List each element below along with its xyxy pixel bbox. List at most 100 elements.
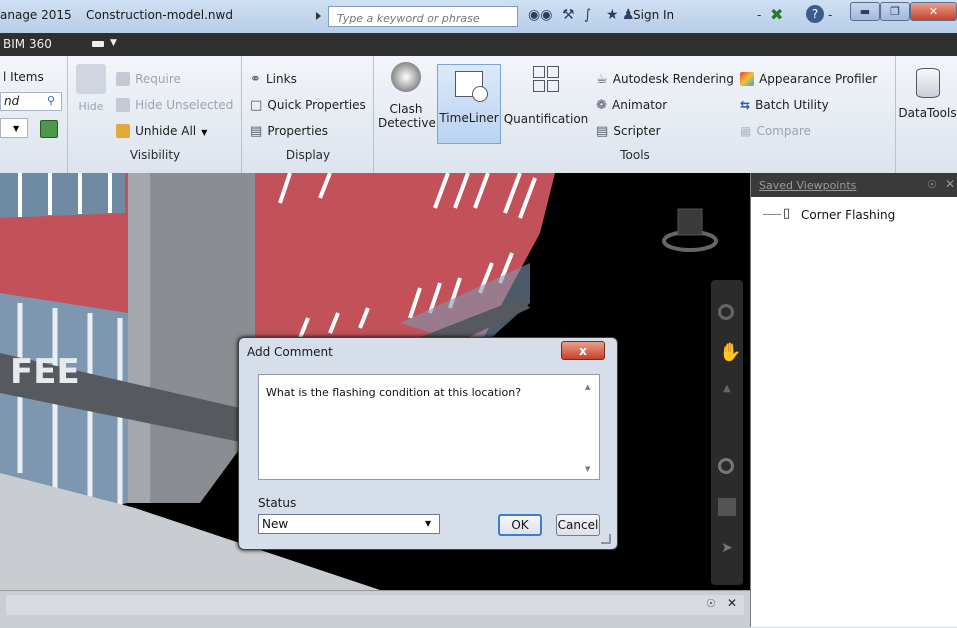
status-value: New bbox=[262, 517, 289, 531]
close-icon[interactable]: ✕ bbox=[945, 177, 955, 191]
autodesk-rendering-button[interactable]: ☕ Autodesk Rendering bbox=[596, 68, 734, 87]
batch-utility-icon: ⇆ bbox=[740, 98, 751, 112]
timeliner-button[interactable]: TimeLiner bbox=[437, 64, 501, 144]
resize-grip-icon[interactable] bbox=[601, 534, 611, 544]
search-expand-icon[interactable] bbox=[316, 12, 321, 20]
hide-button[interactable]: Hide bbox=[74, 64, 108, 113]
find-items-field[interactable]: nd ⚲ bbox=[0, 92, 62, 111]
all-items-button[interactable]: l Items bbox=[3, 70, 44, 84]
scripter-button[interactable]: ▤ Scripter bbox=[596, 120, 661, 139]
teapot-icon: ☕ bbox=[596, 72, 608, 87]
timeliner-label: TimeLiner bbox=[439, 111, 499, 125]
steering-wheel-icon[interactable] bbox=[718, 304, 734, 320]
quantification-button[interactable]: Quantification bbox=[502, 64, 590, 126]
bim360-tab[interactable]: BIM 360 bbox=[3, 37, 52, 51]
wrench-icon[interactable]: ⚒ bbox=[562, 7, 575, 23]
chevron-down-icon: ▼ bbox=[201, 128, 208, 137]
close-icon[interactable]: ✕ bbox=[727, 596, 737, 610]
cancel-button[interactable]: Cancel bbox=[556, 514, 600, 536]
pan-hand-icon[interactable]: ✋ bbox=[719, 342, 741, 363]
dialog-close-button[interactable]: x bbox=[561, 341, 605, 360]
restore-button[interactable]: ❐ bbox=[880, 2, 910, 21]
search-input[interactable] bbox=[335, 9, 509, 28]
help-dropdown[interactable]: - bbox=[828, 8, 832, 22]
scripter-label: Scripter bbox=[613, 124, 661, 138]
navigation-bar: ✋ ▲ ➤ bbox=[711, 280, 743, 585]
hide-label: Hide bbox=[78, 100, 104, 113]
chevron-down-icon: ▼ bbox=[13, 124, 20, 133]
viewpoint-icon: ▯ bbox=[783, 206, 791, 221]
visibility-group: Hide Require Hide Unselected Unhide All … bbox=[68, 56, 242, 173]
unhide-all-label: Unhide All bbox=[135, 124, 197, 138]
viewpoint-label: Corner Flashing bbox=[801, 208, 896, 222]
visibility-group-label: Visibility bbox=[129, 148, 181, 162]
select-search-group: l Items nd ⚲ ▼ bbox=[0, 56, 68, 173]
close-icon: x bbox=[579, 343, 587, 358]
pin-icon[interactable]: ☉ bbox=[927, 178, 937, 191]
help-icon[interactable]: ? bbox=[806, 5, 824, 23]
tools-group-label: Tools bbox=[620, 148, 650, 162]
scroll-down-icon[interactable]: ▼ bbox=[585, 465, 590, 473]
selection-dropdown[interactable]: ▼ bbox=[0, 118, 28, 138]
file-name: Construction-model.nwd bbox=[86, 8, 233, 22]
clash-detective-label: Clash Detective bbox=[378, 102, 436, 130]
bottom-panel-header bbox=[6, 595, 744, 615]
clash-detective-button[interactable]: Clash Detective bbox=[378, 62, 436, 130]
viewcube-icon[interactable] bbox=[677, 208, 703, 236]
selection-sets-icon[interactable] bbox=[40, 120, 58, 138]
properties-label: Properties bbox=[267, 124, 329, 138]
datatools-button[interactable]: DataTools bbox=[898, 68, 957, 120]
compare-button[interactable]: ▦ Compare bbox=[740, 120, 811, 139]
viewpoint-item[interactable]: ▯ Corner Flashing bbox=[763, 206, 943, 224]
quick-properties-label: Quick Properties bbox=[267, 98, 366, 112]
batch-utility-label: Batch Utility bbox=[755, 98, 829, 112]
quick-properties-button[interactable]: □ Quick Properties bbox=[250, 94, 366, 113]
select-arrow-icon[interactable]: ➤ bbox=[721, 540, 733, 556]
quick-find-icon[interactable]: ⚲ bbox=[47, 94, 55, 107]
camera-icon[interactable] bbox=[92, 41, 104, 47]
subscription-icon[interactable]: ∫ bbox=[584, 7, 591, 23]
favorites-star-icon[interactable]: ★ bbox=[606, 7, 619, 23]
window-close-button[interactable]: ✕ bbox=[910, 2, 957, 21]
link-icon: ⚭ bbox=[250, 72, 261, 87]
zoom-icon[interactable]: ▲ bbox=[723, 383, 731, 394]
ok-button[interactable]: OK bbox=[498, 514, 542, 536]
database-icon bbox=[915, 68, 940, 98]
properties-icon: ▤ bbox=[250, 124, 263, 139]
animator-icon: ❁ bbox=[596, 98, 607, 113]
appearance-profiler-label: Appearance Profiler bbox=[759, 72, 878, 86]
animator-button[interactable]: ❁ Animator bbox=[596, 94, 667, 113]
quick-access-dropdown-icon[interactable]: ▼ bbox=[110, 38, 117, 48]
search-box[interactable] bbox=[328, 6, 518, 28]
links-button[interactable]: ⚭ Links bbox=[250, 68, 297, 87]
scroll-up-icon[interactable]: ▲ bbox=[585, 383, 590, 391]
unhide-all-button[interactable]: Unhide All ▼ bbox=[116, 120, 207, 139]
appearance-profiler-button[interactable]: Appearance Profiler bbox=[740, 68, 877, 87]
tools-group: Clash Detective TimeLiner Quantification … bbox=[374, 56, 896, 173]
saved-viewpoints-title: Saved Viewpoints bbox=[759, 179, 857, 192]
hide-unselected-icon bbox=[116, 97, 130, 112]
display-group-label: Display bbox=[285, 148, 331, 162]
status-label: Status bbox=[258, 496, 297, 510]
sign-in-link[interactable]: Sign In bbox=[633, 8, 674, 22]
animator-label: Animator bbox=[612, 98, 668, 112]
properties-button[interactable]: ▤ Properties bbox=[250, 120, 328, 139]
compare-icon: ▦ bbox=[740, 124, 752, 138]
app-title: anage 2015 bbox=[0, 8, 72, 22]
comment-textarea[interactable]: What is the flashing condition at this l… bbox=[258, 374, 600, 480]
autodesk-rendering-label: Autodesk Rendering bbox=[612, 72, 734, 86]
binoculars-icon[interactable]: ◉◉ bbox=[528, 7, 552, 23]
exchange-apps-icon[interactable]: ✖ bbox=[770, 5, 783, 24]
scripter-icon: ▤ bbox=[596, 124, 609, 139]
saved-viewpoints-header: Saved Viewpoints ☉ ✕ bbox=[751, 173, 957, 197]
status-select[interactable]: New ▼ bbox=[258, 514, 440, 534]
require-button[interactable]: Require bbox=[116, 68, 181, 87]
hide-unselected-button[interactable]: Hide Unselected bbox=[116, 94, 233, 113]
look-icon[interactable] bbox=[718, 498, 736, 516]
hide-unselected-label: Hide Unselected bbox=[135, 98, 234, 112]
orbit-icon[interactable] bbox=[718, 458, 734, 474]
pin-icon[interactable]: ☉ bbox=[706, 597, 716, 610]
compare-label: Compare bbox=[756, 124, 811, 138]
batch-utility-button[interactable]: ⇆ Batch Utility bbox=[740, 94, 829, 113]
minimize-button[interactable]: ▬ bbox=[850, 2, 880, 21]
